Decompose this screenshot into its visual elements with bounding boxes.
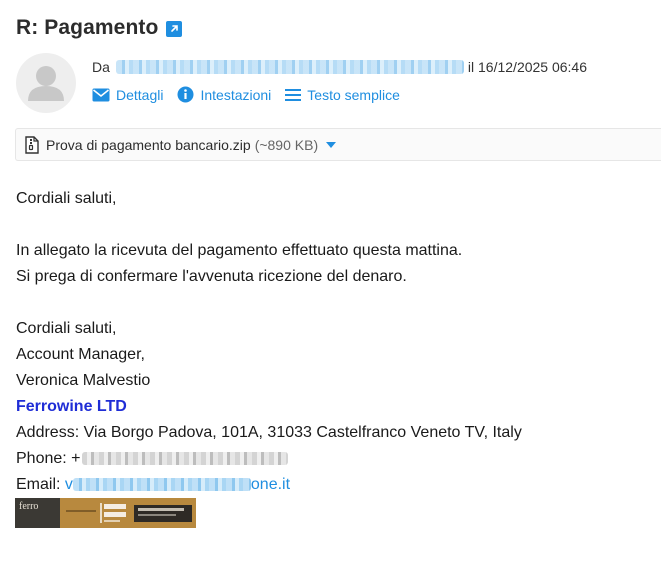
email-link[interactable]: v one.it	[65, 476, 290, 493]
email-subject: R: Pagamento	[16, 16, 159, 39]
sender-line: Da il 16/12/2025 06:46	[92, 59, 587, 75]
zip-file-icon	[25, 135, 39, 154]
plain-text-button[interactable]: Testo semplice	[285, 87, 400, 103]
attachment-bar[interactable]: Prova di pagamento bancario.zip (~890 KB…	[15, 128, 661, 161]
phone-label: Phone: +	[16, 450, 81, 467]
subject-header: R: Pagamento	[16, 16, 183, 40]
from-label: Da	[92, 59, 110, 75]
signature-email: Email: v one.it	[16, 472, 522, 498]
avatar	[16, 53, 76, 113]
signature-role: Account Manager,	[16, 346, 145, 363]
signature-address: Address: Via Borgo Padova, 101A, 31033 C…	[16, 424, 522, 441]
banner-logo: ferro	[15, 498, 60, 528]
phone-redacted	[81, 452, 288, 466]
email-suffix: one.it	[250, 476, 291, 493]
body-line-1: In allegato la ricevuta del pagamento ef…	[16, 242, 463, 259]
lines-icon	[285, 88, 302, 101]
sender-address-redacted[interactable]	[115, 60, 464, 74]
body-line-2: Si prega di confermare l'avvenuta ricezi…	[16, 268, 407, 285]
signature-name: Veronica Malvestio	[16, 372, 151, 389]
email-redacted	[72, 478, 251, 492]
plain-text-label: Testo semplice	[307, 86, 400, 103]
signature-company: Ferrowine LTD	[16, 398, 127, 415]
headers-button[interactable]: Intestazioni	[177, 86, 271, 103]
greeting: Cordiali saluti,	[16, 190, 117, 207]
message-body: Cordiali saluti, In allegato la ricevuta…	[16, 186, 522, 498]
envelope-icon	[92, 88, 110, 101]
chevron-down-icon[interactable]	[326, 141, 337, 148]
details-button[interactable]: Dettagli	[92, 87, 163, 103]
headers-label: Intestazioni	[200, 86, 272, 103]
info-icon	[177, 86, 194, 103]
sent-date: il 16/12/2025 06:46	[467, 59, 588, 75]
details-label: Dettagli	[116, 86, 164, 103]
closing: Cordiali saluti,	[16, 320, 117, 337]
header-actions: Dettagli Intestazioni Testo semplice	[92, 86, 414, 103]
banner-promo	[60, 498, 196, 528]
signature-phone: Phone: +	[16, 446, 522, 472]
email-label: Email:	[16, 476, 65, 493]
open-in-window-icon[interactable]	[166, 21, 183, 37]
attachment-name[interactable]: Prova di pagamento bancario.zip	[46, 137, 251, 153]
signature-banner-image: ferro	[15, 498, 196, 528]
email-prefix: v	[64, 476, 73, 493]
attachment-size: (~890 KB)	[254, 136, 319, 153]
